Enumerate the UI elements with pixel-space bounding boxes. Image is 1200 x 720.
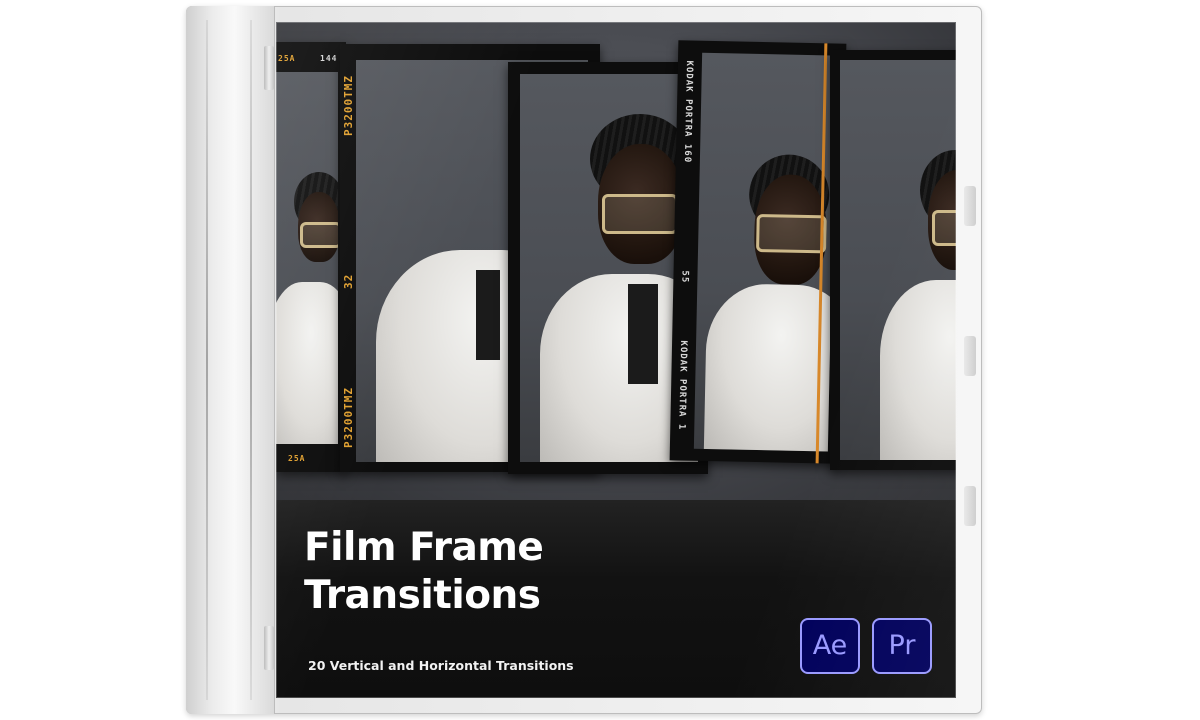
film-photo-collage: 25A 144 25A P3200TMZ 32 P3200TMZ KODAK P… xyxy=(276,22,956,500)
premiere-pro-icon: Pr xyxy=(872,618,932,674)
after-effects-icon: Ae xyxy=(800,618,860,674)
film-shot xyxy=(693,52,837,452)
film-stock-label: P3200TMZ xyxy=(342,387,355,448)
product-subtitle: 20 Vertical and Horizontal Transitions xyxy=(308,658,574,673)
film-stock-label: P3200TMZ xyxy=(342,75,355,136)
album-cover: 25A 144 25A P3200TMZ 32 P3200TMZ KODAK P… xyxy=(276,22,956,698)
frame-number: 32 xyxy=(342,273,355,289)
film-frame-4 xyxy=(830,50,956,470)
case-tab xyxy=(964,486,976,526)
case-tab xyxy=(964,336,976,376)
film-frame-left: 25A 144 25A xyxy=(276,42,346,472)
case-hinge xyxy=(264,46,274,90)
product-mockup: 25A 144 25A P3200TMZ 32 P3200TMZ KODAK P… xyxy=(0,0,1200,720)
film-shot xyxy=(840,60,956,460)
spine-ridge xyxy=(206,20,208,700)
case-tab xyxy=(964,186,976,226)
frame-code-bottom: 25A xyxy=(288,454,306,463)
portrait-figure xyxy=(840,60,956,460)
frame-code-top: 25A xyxy=(278,54,296,63)
kodak-frame-number: 55 xyxy=(679,270,690,284)
film-frame-3: KODAK PORTRA 160 55 KODAK PORTRA 1 xyxy=(669,40,847,464)
kodak-label-top: KODAK PORTRA 160 xyxy=(681,60,694,164)
title-line-1: Film Frame xyxy=(304,525,544,570)
product-title: Film Frame Transitions xyxy=(304,524,544,620)
title-band: Film Frame Transitions 20 Vertical and H… xyxy=(276,500,956,698)
kodak-label-bottom: KODAK PORTRA 1 xyxy=(676,340,689,431)
film-shot xyxy=(276,72,338,444)
portrait-figure xyxy=(694,53,837,452)
case-spine xyxy=(186,6,275,714)
case-hinge xyxy=(264,626,274,670)
frame-code-top-right: 144 xyxy=(320,54,338,63)
title-line-2: Transitions xyxy=(304,573,541,618)
spine-ridge xyxy=(250,20,252,700)
portrait-figure xyxy=(276,72,338,444)
